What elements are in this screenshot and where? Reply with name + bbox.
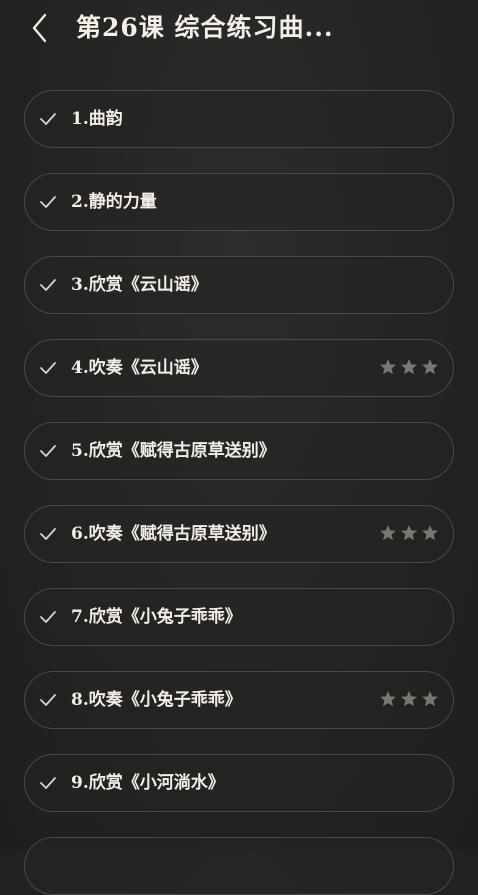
lesson-label: 2.静的力量 [71,192,157,212]
lesson-item[interactable]: 4.吹奏《云山谣》 [24,339,454,397]
lesson-item[interactable]: 5.欣赏《赋得古原草送别》 [24,422,454,480]
checkmark-icon [39,443,57,459]
lesson-label: 7.欣赏《小兔子乖乖》 [71,607,242,627]
lesson-label: 9.欣赏《小河淌水》 [71,773,225,793]
checkmark-icon [39,111,57,127]
star-icon [379,690,397,710]
star-icon [379,358,397,378]
lesson-label: 1.曲韵 [71,109,123,129]
checkmark-icon [39,692,57,708]
lesson-item[interactable]: 2.静的力量 [24,173,454,231]
checkmark-icon [39,277,57,293]
checkmark-icon [39,526,57,542]
lesson-list: 1.曲韵 2.静的力量 3.欣赏《云山谣》 4.吹奏《云山谣》 5.欣赏《赋得古原草送别… [0,0,478,895]
checkmark-icon [39,775,57,791]
star-rating [379,358,439,378]
lesson-label: 6.吹奏《赋得古原草送别》 [71,524,276,544]
lesson-item[interactable]: 6.吹奏《赋得古原草送别》 [24,505,454,563]
star-icon [400,358,418,378]
star-icon [421,358,439,378]
checkmark-icon [39,194,57,210]
lesson-label: 8.吹奏《小兔子乖乖》 [71,690,242,710]
lesson-item[interactable] [24,837,454,895]
star-icon [421,524,439,544]
star-icon [421,690,439,710]
star-icon [379,524,397,544]
lesson-label: 3.欣赏《云山谣》 [71,275,208,295]
lesson-item[interactable]: 7.欣赏《小兔子乖乖》 [24,588,454,646]
lesson-item[interactable]: 3.欣赏《云山谣》 [24,256,454,314]
lesson-item[interactable]: 8.吹奏《小兔子乖乖》 [24,671,454,729]
star-icon [400,690,418,710]
lesson-label: 4.吹奏《云山谣》 [71,358,208,378]
checkmark-icon [39,609,57,625]
lesson-item[interactable]: 1.曲韵 [24,90,454,148]
lesson-item[interactable]: 9.欣赏《小河淌水》 [24,754,454,812]
star-rating [379,524,439,544]
star-icon [400,524,418,544]
lesson-label: 5.欣赏《赋得古原草送别》 [71,441,276,461]
checkmark-icon [39,360,57,376]
star-rating [379,690,439,710]
